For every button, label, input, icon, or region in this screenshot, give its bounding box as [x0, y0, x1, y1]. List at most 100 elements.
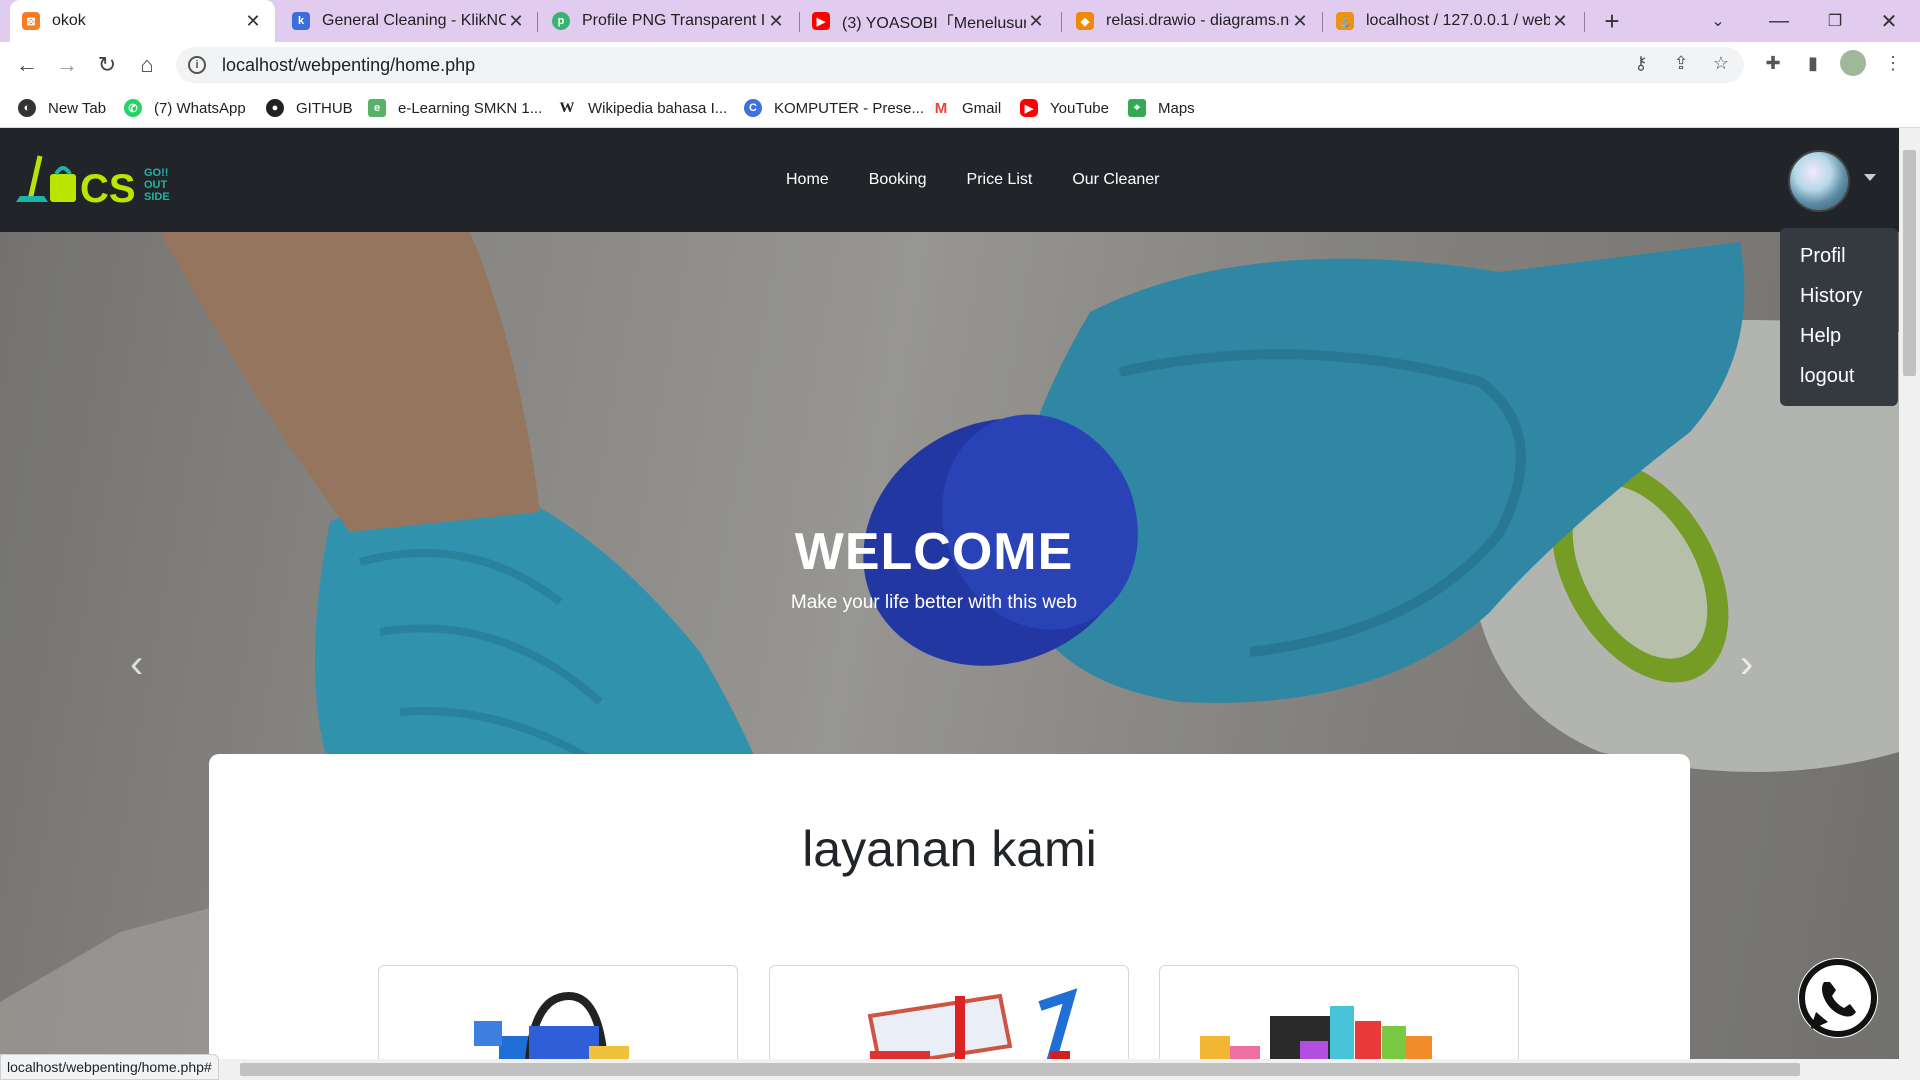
phpmyadmin-icon: ⚓	[1336, 12, 1354, 30]
youtube-icon: ▶	[1020, 99, 1038, 117]
tab-title: (3) YOASOBI「Menelusuri M	[842, 15, 1026, 32]
user-dropdown-menu: Profil History Help logout	[1780, 228, 1898, 406]
bookmark-label: Wikipedia bahasa I...	[588, 99, 728, 117]
profile-avatar-icon[interactable]	[1840, 50, 1866, 76]
reload-icon[interactable]: ↻	[92, 50, 122, 80]
bookmark-wikipedia[interactable]: W Wikipedia bahasa I...	[558, 88, 727, 128]
bookmark-label: GITHUB	[296, 99, 353, 117]
canva-icon: C	[744, 99, 762, 117]
minimize-icon[interactable]: —	[1756, 0, 1802, 42]
globe-icon: ◐	[18, 99, 36, 117]
bookmark-whatsapp[interactable]: ✆ (7) WhatsApp	[124, 88, 246, 128]
drawio-icon: ◆	[1076, 12, 1094, 30]
bookmark-label: KOMPUTER - Prese...	[774, 99, 925, 117]
youtube-icon: ▶	[812, 12, 830, 30]
logo-tagline-3: SIDE	[144, 191, 170, 203]
carousel-next-icon[interactable]: ›	[1740, 642, 1753, 687]
home-icon[interactable]: ⌂	[132, 50, 162, 80]
logo-tagline-2: OUT	[144, 179, 168, 191]
tab-general-cleaning[interactable]: k General Cleaning - KlikNCle ✕	[280, 0, 538, 42]
menu-kebab-icon[interactable]: ⋮	[1880, 50, 1906, 76]
hero-title: WELCOME	[794, 523, 1074, 581]
pngtree-icon: p	[552, 12, 570, 30]
elearning-icon: e	[368, 99, 386, 117]
maps-icon: ⌖	[1128, 99, 1146, 117]
xampp-icon: ⊠	[22, 12, 40, 30]
carousel-prev-icon[interactable]: ‹	[130, 642, 143, 687]
tab-divider	[537, 12, 538, 32]
tab-title: Profile PNG Transparent Im	[582, 12, 766, 29]
close-tab-icon[interactable]: ✕	[1550, 11, 1570, 32]
user-avatar[interactable]	[1788, 150, 1850, 212]
back-icon[interactable]: ←	[12, 50, 42, 80]
service-card[interactable]	[378, 965, 738, 1059]
logo-tagline-1: GO!!	[144, 167, 168, 179]
dropdown-item-help[interactable]: Help	[1780, 324, 1898, 364]
bookmark-github[interactable]: ● GITHUB	[266, 88, 353, 128]
nav-price-list[interactable]: Price List	[967, 171, 1033, 189]
dropdown-item-logout[interactable]: logout	[1780, 364, 1898, 404]
gmail-icon: M	[932, 99, 950, 117]
klikn-icon: k	[292, 12, 310, 30]
horizontal-scroll-thumb[interactable]	[240, 1063, 1800, 1076]
tab-divider	[1061, 12, 1062, 32]
tab-okok[interactable]: ⊠ okok ✕	[10, 0, 275, 42]
bookmark-maps[interactable]: ⌖ Maps	[1128, 88, 1195, 128]
close-tab-icon[interactable]: ✕	[243, 11, 263, 32]
site-navbar: CS GO!! OUT SIDE Home Booking Price List…	[0, 128, 1899, 232]
github-icon: ●	[266, 99, 284, 117]
share-icon[interactable]: ⇪	[1668, 50, 1694, 76]
tab-drawio[interactable]: ◆ relasi.drawio - diagrams.net ✕	[1064, 0, 1322, 42]
dropdown-caret-icon[interactable]	[1864, 174, 1876, 181]
tab-divider	[1322, 12, 1323, 32]
address-bar-url[interactable]: localhost/webpenting/home.php	[222, 55, 475, 76]
service-card[interactable]	[1159, 965, 1519, 1059]
tab-title: okok	[52, 12, 86, 29]
tab-phpmyadmin[interactable]: ⚓ localhost / 127.0.0.1 / webs ✕	[1324, 0, 1582, 42]
detergent-basket-image	[1200, 1006, 1432, 1059]
site-info-icon[interactable]: i	[188, 56, 206, 74]
bookmark-star-icon[interactable]: ☆	[1708, 50, 1734, 76]
bookmark-new-tab[interactable]: ◐ New Tab	[18, 88, 106, 128]
tab-divider	[1584, 12, 1585, 32]
whatsapp-float-icon[interactable]	[1798, 958, 1878, 1038]
close-window-icon[interactable]: ✕	[1866, 0, 1912, 42]
password-key-icon[interactable]: ⚷	[1628, 50, 1654, 76]
spray-bottles-image	[867, 988, 1078, 1059]
address-bar[interactable]: i localhost/webpenting/home.php	[176, 47, 1744, 83]
new-tab-button[interactable]: +	[1594, 0, 1630, 42]
bookmark-label: Maps	[1158, 99, 1195, 117]
tab-search-icon[interactable]: ⌄	[1700, 0, 1736, 42]
nav-home[interactable]: Home	[786, 171, 829, 189]
cleaning-supplies-image	[474, 991, 629, 1059]
close-tab-icon[interactable]: ✕	[1026, 11, 1046, 32]
service-card[interactable]	[769, 965, 1129, 1059]
tab-profile-png[interactable]: p Profile PNG Transparent Im ✕	[540, 0, 798, 42]
bookmark-youtube[interactable]: ▶ YouTube	[1020, 88, 1109, 128]
restore-icon[interactable]: ❐	[1812, 0, 1858, 42]
nav-booking[interactable]: Booking	[869, 171, 927, 189]
vertical-scroll-thumb[interactable]	[1903, 150, 1916, 376]
logo-text: CS	[80, 167, 136, 208]
main-menu: Home Booking Price List Our Cleaner	[786, 128, 1159, 232]
close-tab-icon[interactable]: ✕	[766, 11, 786, 32]
nav-our-cleaner[interactable]: Our Cleaner	[1072, 171, 1159, 189]
side-panel-icon[interactable]: ▮	[1800, 50, 1826, 76]
bookmark-label: (7) WhatsApp	[154, 99, 246, 117]
bookmark-canva[interactable]: C KOMPUTER - Prese...	[744, 88, 924, 128]
bookmark-gmail[interactable]: M Gmail	[932, 88, 1001, 128]
close-tab-icon[interactable]: ✕	[506, 11, 526, 32]
site-logo[interactable]: CS GO!! OUT SIDE	[14, 152, 184, 208]
extensions-icon[interactable]: ✚	[1760, 50, 1786, 76]
forward-icon[interactable]: →	[52, 50, 82, 80]
bookmark-elearning[interactable]: e e-Learning SMKN 1...	[368, 88, 542, 128]
bookmark-label: YouTube	[1050, 99, 1109, 117]
page-viewport: WELCOME Make your life better with this …	[0, 128, 1899, 1059]
bookmark-label: Gmail	[962, 99, 1002, 117]
tab-youtube[interactable]: ▶ (3) YOASOBI「Menelusuri M ✕	[800, 0, 1058, 42]
close-tab-icon[interactable]: ✕	[1290, 11, 1310, 32]
bookmark-label: e-Learning SMKN 1...	[398, 99, 543, 117]
dropdown-item-history[interactable]: History	[1780, 284, 1898, 324]
wikipedia-icon: W	[558, 99, 576, 117]
dropdown-item-profil[interactable]: Profil	[1780, 244, 1898, 284]
